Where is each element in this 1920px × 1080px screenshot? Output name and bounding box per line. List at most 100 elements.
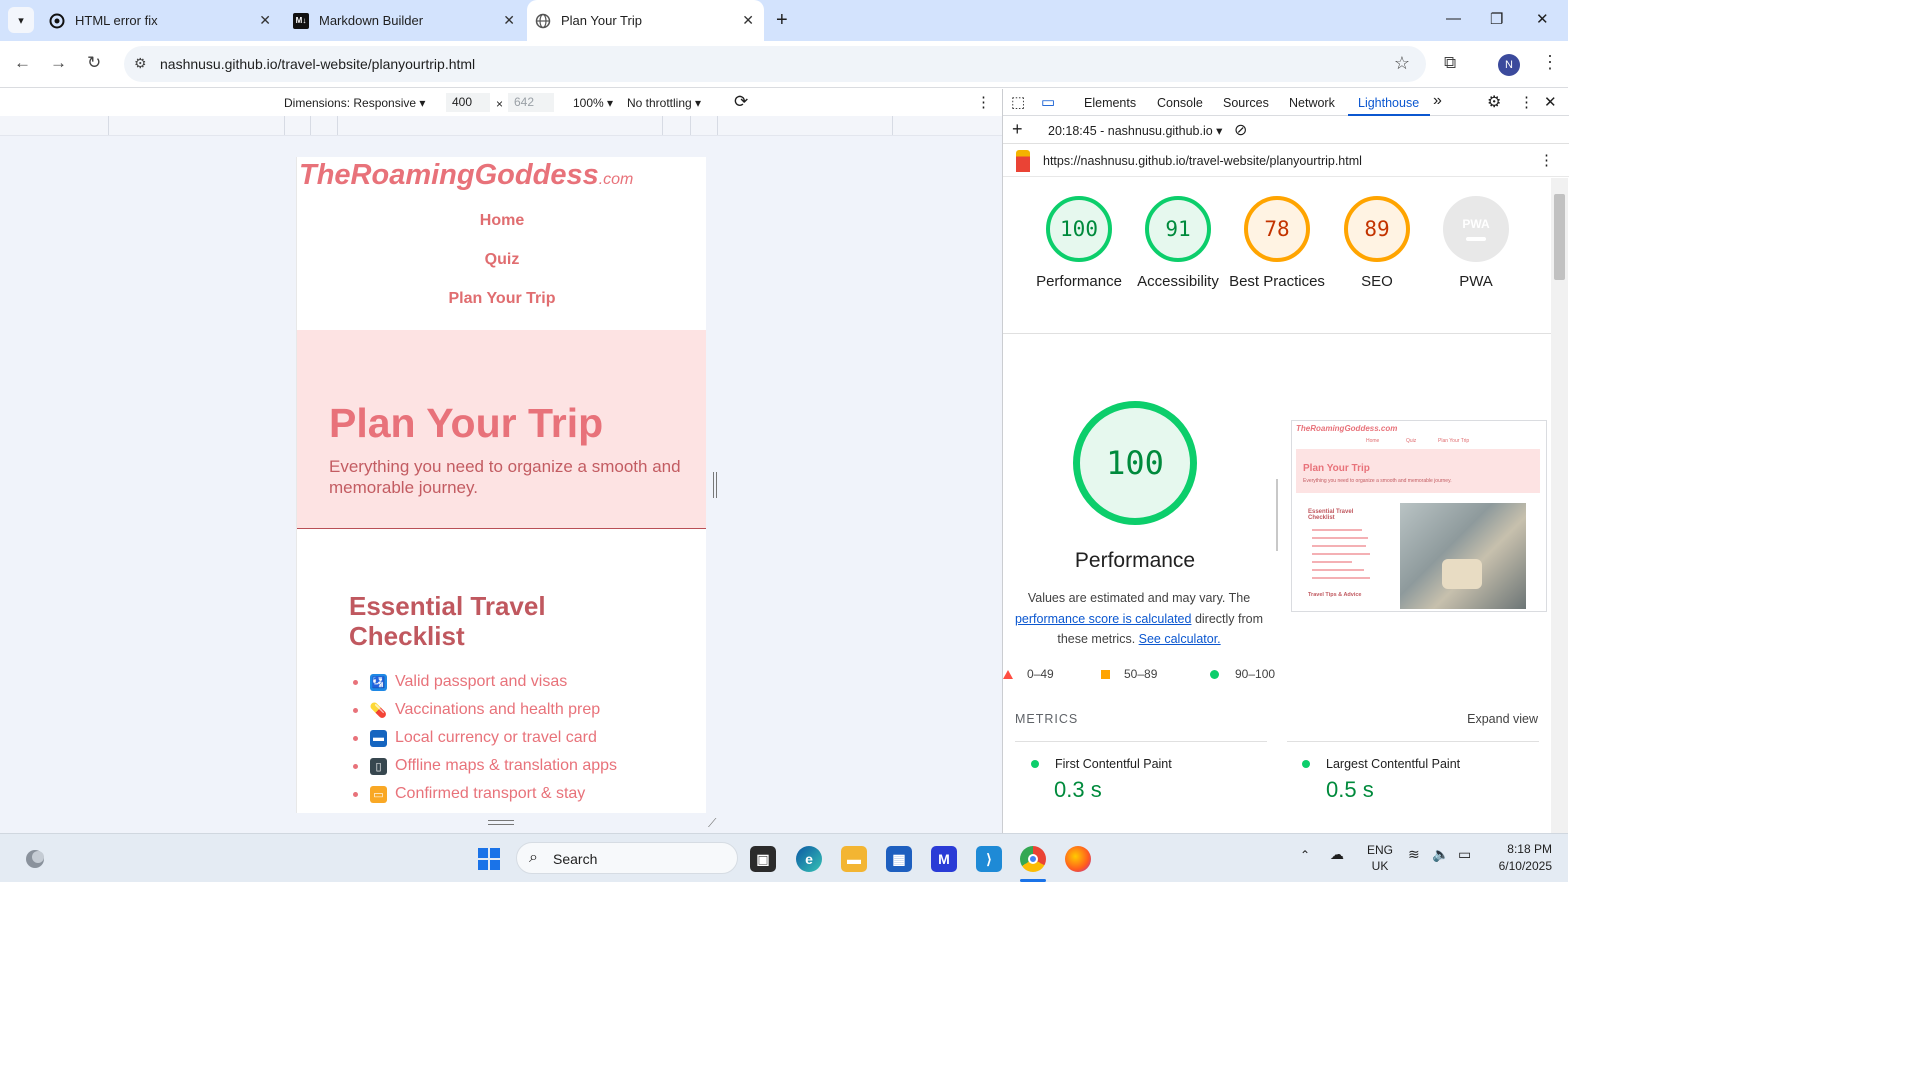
- forward-arrow-icon[interactable]: →: [50, 53, 67, 73]
- media-query-ruler[interactable]: [0, 116, 1002, 136]
- battery-icon[interactable]: ▭: [1458, 846, 1471, 863]
- site-info-icon[interactable]: ⚙: [134, 55, 147, 72]
- see-calculator-link[interactable]: See calculator.: [1139, 632, 1221, 646]
- start-windows-icon[interactable]: [476, 846, 502, 872]
- close-tab-icon[interactable]: ✕: [742, 12, 754, 29]
- width-input[interactable]: 400: [446, 93, 490, 112]
- legend-average: 50–89: [1101, 667, 1157, 681]
- devtools-tab-console[interactable]: Console: [1157, 96, 1203, 110]
- viewport-width-handle[interactable]: [713, 472, 717, 498]
- chevron-up-icon[interactable]: ⌃: [1300, 848, 1310, 862]
- height-input[interactable]: 642: [508, 93, 554, 112]
- devtools-tab-elements[interactable]: Elements: [1084, 96, 1136, 110]
- new-report-icon[interactable]: +: [1012, 119, 1023, 140]
- hero-banner: Plan Your Trip Everything you need to or…: [297, 330, 706, 529]
- bullet: [353, 763, 358, 769]
- minimize-icon[interactable]: —: [1446, 10, 1461, 27]
- close-tab-icon[interactable]: ✕: [503, 12, 515, 29]
- wifi-icon[interactable]: ≋: [1408, 846, 1420, 863]
- settings-gear-icon[interactable]: ⚙: [1487, 92, 1501, 112]
- devtools-menu-icon[interactable]: ⋮: [1519, 93, 1534, 111]
- score-gauge-best-practices[interactable]: 78: [1244, 196, 1310, 262]
- devtools-tab-lighthouse[interactable]: Lighthouse: [1358, 96, 1419, 110]
- device-toggle-icon[interactable]: ▭: [1041, 93, 1055, 111]
- language-indicator[interactable]: ENG UK: [1367, 842, 1393, 874]
- browser-menu-icon[interactable]: ⋮: [1541, 52, 1559, 73]
- nav-quiz[interactable]: Quiz: [297, 251, 706, 269]
- final-screenshot-thumbnail[interactable]: TheRoamingGoddess.com Home Quiz Plan You…: [1291, 420, 1547, 612]
- pill-icon: 💊: [369, 701, 388, 719]
- nav-home[interactable]: Home: [297, 212, 706, 230]
- shot-title: Plan Your Trip: [1303, 463, 1370, 474]
- tab-plan-your-trip[interactable]: Plan Your Trip ✕: [527, 0, 764, 41]
- score-gauge-accessibility[interactable]: 91: [1145, 196, 1211, 262]
- logo-text: TheRoamingGoddess: [299, 159, 599, 191]
- more-tabs-icon[interactable]: »: [1433, 92, 1442, 110]
- firefox-icon[interactable]: [1065, 846, 1091, 872]
- performance-big-gauge: 100: [1073, 401, 1197, 525]
- score-calculated-link[interactable]: performance score is calculated: [1015, 612, 1191, 626]
- shot-line: [1312, 569, 1364, 571]
- weather-widget-icon[interactable]: [22, 846, 48, 872]
- cloud-sync-icon[interactable]: ☁: [1330, 846, 1344, 863]
- language-code: ENG: [1367, 843, 1394, 857]
- taskbar-clock[interactable]: 8:18 PM 6/10/2025: [1488, 841, 1552, 875]
- url-text[interactable]: nashnusu.github.io/travel-website/planyo…: [160, 56, 475, 72]
- clear-reports-icon[interactable]: ⊘: [1234, 120, 1247, 140]
- metric-divider: [1287, 741, 1539, 742]
- file-explorer-icon[interactable]: ▬: [841, 846, 867, 872]
- nav-plan-your-trip[interactable]: Plan Your Trip: [297, 290, 706, 308]
- report-selector[interactable]: 20:18:45 - nashnusu.github.io ▾: [1048, 123, 1222, 138]
- devtools-close-icon[interactable]: ✕: [1544, 93, 1557, 111]
- restore-icon[interactable]: ❐: [1490, 10, 1503, 28]
- extensions-icon[interactable]: ⧉: [1444, 53, 1456, 73]
- scroll-indicator: [1276, 479, 1278, 551]
- device-more-icon[interactable]: ⋮: [976, 93, 991, 111]
- tab-markdown-builder[interactable]: M↓ Markdown Builder ✕: [285, 0, 525, 41]
- shot-nav: Home: [1366, 438, 1380, 444]
- site-logo[interactable]: TheRoamingGoddess.com: [299, 159, 633, 192]
- bookmark-star-icon[interactable]: ☆: [1394, 53, 1410, 74]
- new-tab-button[interactable]: +: [776, 9, 788, 32]
- score-label: PWA: [1459, 273, 1493, 290]
- devtools-scrollbar[interactable]: [1551, 178, 1568, 833]
- profile-avatar[interactable]: N: [1498, 54, 1520, 76]
- rotate-icon[interactable]: ⟳: [734, 92, 748, 112]
- microsoft-store-icon[interactable]: ▦: [886, 846, 912, 872]
- inspect-element-icon[interactable]: ⬚: [1011, 93, 1025, 111]
- emulated-page: TheRoamingGoddess.com Home Quiz Plan You…: [296, 157, 706, 813]
- chrome-icon[interactable]: [1020, 846, 1046, 872]
- dimensions-select[interactable]: Dimensions: Responsive ▾: [284, 96, 425, 110]
- score-label: SEO: [1361, 273, 1393, 290]
- report-menu-icon[interactable]: ⋮: [1539, 151, 1554, 169]
- back-arrow-icon[interactable]: ←: [14, 53, 31, 73]
- score-gauge-seo[interactable]: 89: [1344, 196, 1410, 262]
- edge-browser-icon[interactable]: e: [796, 846, 822, 872]
- tab-html-error-fix[interactable]: HTML error fix ✕: [41, 0, 281, 41]
- zoom-select[interactable]: 100% ▾: [573, 96, 613, 110]
- expand-view-toggle[interactable]: Expand view: [1467, 712, 1538, 726]
- devtools-tab-sources[interactable]: Sources: [1223, 96, 1269, 110]
- viewport-height-handle[interactable]: [488, 820, 514, 825]
- tab-search-button[interactable]: ▾: [8, 7, 34, 33]
- score-label: Performance: [1036, 273, 1122, 290]
- close-tab-icon[interactable]: ✕: [259, 12, 271, 29]
- reload-icon[interactable]: ↻: [87, 53, 101, 73]
- checklist-text: Vaccinations and health prep: [395, 701, 601, 718]
- score-gauge-pwa[interactable]: PWA: [1443, 196, 1509, 262]
- mirror-app-icon[interactable]: M: [931, 846, 957, 872]
- clock-time: 8:18 PM: [1507, 842, 1552, 856]
- devtools-tab-network[interactable]: Network: [1289, 96, 1335, 110]
- vscode-icon[interactable]: ⟩: [976, 846, 1002, 872]
- throttling-select[interactable]: No throttling ▾: [627, 96, 701, 110]
- volume-icon[interactable]: 🔈: [1432, 846, 1449, 863]
- task-view-icon[interactable]: ▣: [750, 846, 776, 872]
- scroll-thumb[interactable]: [1554, 194, 1565, 280]
- window-close-icon[interactable]: ✕: [1536, 10, 1549, 28]
- taskbar-search[interactable]: ⌕ Search: [516, 842, 738, 874]
- report-url[interactable]: https://nashnusu.github.io/travel-websit…: [1043, 154, 1362, 168]
- score-gauge-performance[interactable]: 100: [1046, 196, 1112, 262]
- address-bar[interactable]: ⚙ nashnusu.github.io/travel-website/plan…: [124, 46, 1426, 82]
- viewport-corner-resize-icon[interactable]: ⟋: [708, 816, 716, 831]
- device-toolbar: Dimensions: Responsive ▾ 400 × 642 100% …: [0, 89, 1002, 116]
